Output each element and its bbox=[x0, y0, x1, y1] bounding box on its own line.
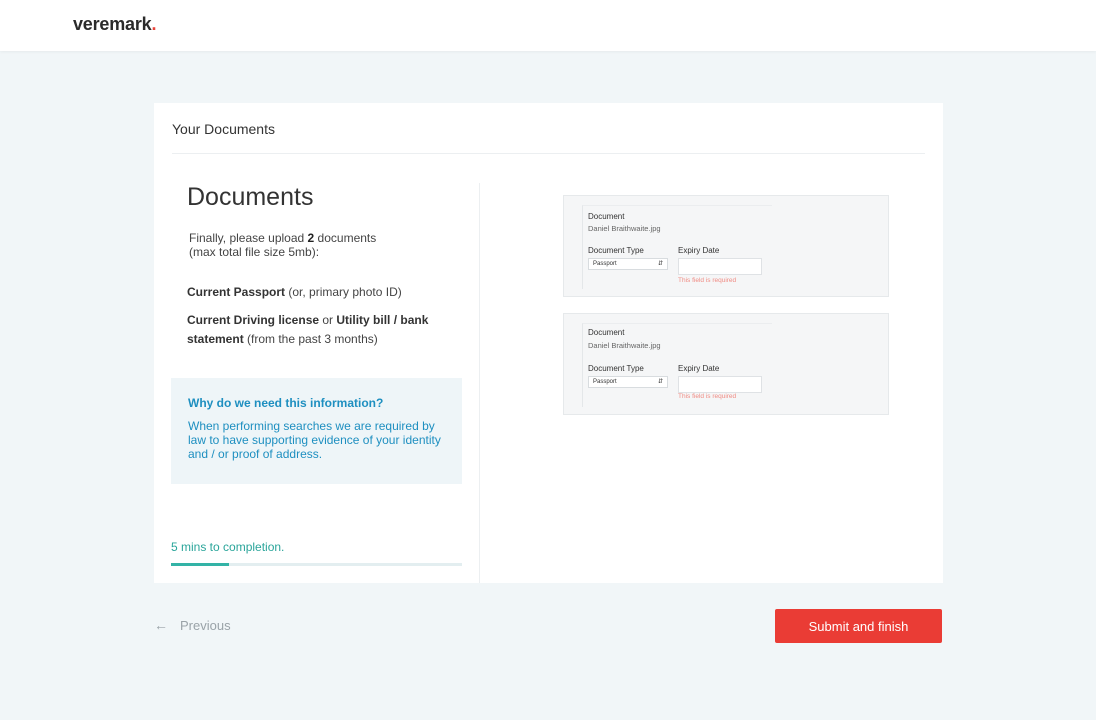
arrow-left-icon: ← bbox=[154, 617, 168, 633]
previous-label: Previous bbox=[180, 618, 231, 633]
document-preview-2: Document Daniel Braithwaite.jpg Document… bbox=[563, 313, 889, 415]
req1-bold: Current Passport bbox=[187, 285, 286, 299]
req2-rest: (from the past 3 months) bbox=[243, 332, 378, 346]
progress-bar bbox=[171, 563, 462, 566]
document-type-select[interactable]: Passport ⇵ bbox=[588, 376, 668, 388]
document-filename: Daniel Braithwaite.jpg bbox=[588, 224, 661, 233]
requirement-passport: Current Passport (or, primary photo ID) bbox=[187, 285, 402, 299]
document-filename: Daniel Braithwaite.jpg bbox=[588, 341, 661, 350]
expiry-date-label: Expiry Date bbox=[678, 364, 720, 373]
expiry-date-input[interactable] bbox=[678, 376, 762, 393]
document-type-label: Document Type bbox=[588, 246, 644, 255]
logo-dot: . bbox=[151, 14, 157, 34]
select-caret-icon: ⇵ bbox=[657, 379, 663, 385]
documents-card: Your Documents Documents Finally, please… bbox=[154, 103, 943, 583]
previous-button[interactable]: ← Previous bbox=[154, 617, 231, 633]
top-bar: veremark. bbox=[0, 0, 1096, 51]
document-label: Document bbox=[588, 212, 625, 221]
expiry-date-input[interactable] bbox=[678, 258, 762, 275]
card-title: Your Documents bbox=[172, 121, 275, 137]
info-text: When performing searches we are required… bbox=[188, 419, 441, 461]
intro-prefix: Finally, please upload bbox=[189, 231, 308, 245]
intro-size-limit: (max total file size 5mb): bbox=[189, 245, 320, 259]
requirement-address-proof: Current Driving license or Utility bill … bbox=[187, 311, 447, 349]
req2-bold-license: Current Driving license bbox=[187, 313, 320, 327]
expiry-error: This field is required bbox=[678, 393, 737, 400]
document-form-2: Document Daniel Braithwaite.jpg Document… bbox=[582, 323, 772, 407]
card-divider bbox=[172, 153, 925, 154]
logo-text: veremark bbox=[73, 14, 152, 34]
page-title: Documents bbox=[187, 183, 314, 211]
document-form-1: Document Daniel Braithwaite.jpg Document… bbox=[582, 205, 772, 289]
upload-instructions: Finally, please upload 2 documents (max … bbox=[189, 231, 376, 259]
veremark-logo[interactable]: veremark. bbox=[73, 14, 156, 35]
expiry-date-label: Expiry Date bbox=[678, 246, 720, 255]
info-box: Why do we need this information? When pe… bbox=[171, 378, 462, 484]
document-type-label: Document Type bbox=[588, 364, 644, 373]
column-divider bbox=[479, 183, 480, 583]
document-preview-1: Document Daniel Braithwaite.jpg Document… bbox=[563, 195, 889, 297]
info-title: Why do we need this information? bbox=[188, 396, 384, 410]
document-type-value: Passport bbox=[593, 379, 617, 385]
progress-bar-fill bbox=[171, 563, 230, 566]
document-label: Document bbox=[588, 328, 625, 337]
document-type-select[interactable]: Passport ⇵ bbox=[588, 258, 668, 270]
req2-or: or bbox=[319, 313, 337, 327]
intro-suffix: documents bbox=[314, 231, 377, 245]
document-type-value: Passport bbox=[593, 261, 617, 267]
expiry-error: This field is required bbox=[678, 277, 737, 284]
req1-rest: (or, primary photo ID) bbox=[285, 285, 402, 299]
progress-text: 5 mins to completion. bbox=[171, 540, 285, 554]
select-caret-icon: ⇵ bbox=[657, 261, 663, 267]
submit-button[interactable]: Submit and finish bbox=[775, 609, 942, 643]
